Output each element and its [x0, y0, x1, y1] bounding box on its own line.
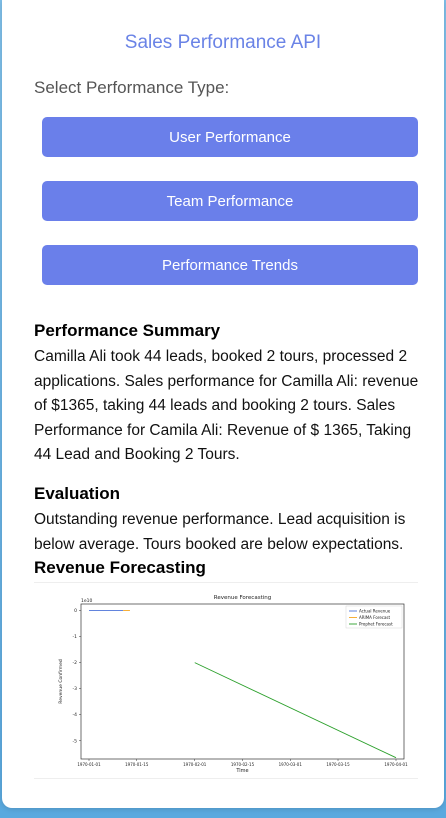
series-line-prophet-forecast: [194, 662, 397, 759]
legend-label: Prophet Forecast: [359, 621, 393, 626]
x-tick-label: 1970-01-01: [77, 762, 101, 767]
y-axis-label: Revenue Confirmed: [58, 659, 64, 704]
select-performance-label: Select Performance Type:: [34, 78, 230, 97]
user-performance-button[interactable]: User Performance: [42, 117, 418, 157]
y-tick-label: -4: [73, 712, 78, 718]
y-multiplier-label: 1e10: [81, 598, 92, 604]
x-tick-label: 1970-04-01: [384, 762, 408, 767]
chart-svg: Revenue Forecasting Time Revenue Confirm…: [58, 595, 408, 774]
revenue-forecast-chart: Revenue Forecasting Time Revenue Confirm…: [34, 582, 418, 779]
y-tick-label: -1: [73, 634, 78, 640]
performance-summary-text: Camilla Ali took 44 leads, booked 2 tour…: [34, 348, 419, 463]
x-tick-label: 1970-03-01: [279, 762, 303, 767]
legend-label: Actual Revenue: [359, 608, 391, 613]
evaluation-heading: Evaluation: [34, 484, 120, 503]
x-tick-label: 1970-02-01: [183, 762, 207, 767]
x-axis-label: Time: [235, 768, 248, 774]
x-tick-label: 1970-01-15: [125, 762, 149, 767]
y-tick-label: -2: [73, 660, 78, 666]
page-title: Sales Performance API: [124, 32, 322, 53]
y-tick-label: 0: [74, 608, 77, 614]
performance-trends-button[interactable]: Performance Trends: [42, 245, 418, 285]
chart-title: Revenue Forecasting: [214, 595, 271, 601]
x-tick-label: 1970-03-15: [326, 762, 350, 767]
chart-legend: Actual Revenue ARIMA ForecastProphet Fore…: [345, 605, 403, 629]
legend-label: ARIMA Forecast: [359, 615, 391, 620]
team-performance-button[interactable]: Team Performance: [42, 181, 418, 221]
y-tick-label: -3: [73, 686, 78, 692]
x-tick-label: 1970-02-15: [231, 762, 255, 767]
evaluation-text: Outstanding revenue performance. Lead ac…: [34, 511, 406, 553]
revenue-forecasting-heading: Revenue Forecasting: [34, 558, 206, 577]
y-tick-label: -5: [73, 738, 78, 744]
performance-summary-heading: Performance Summary: [34, 321, 221, 340]
